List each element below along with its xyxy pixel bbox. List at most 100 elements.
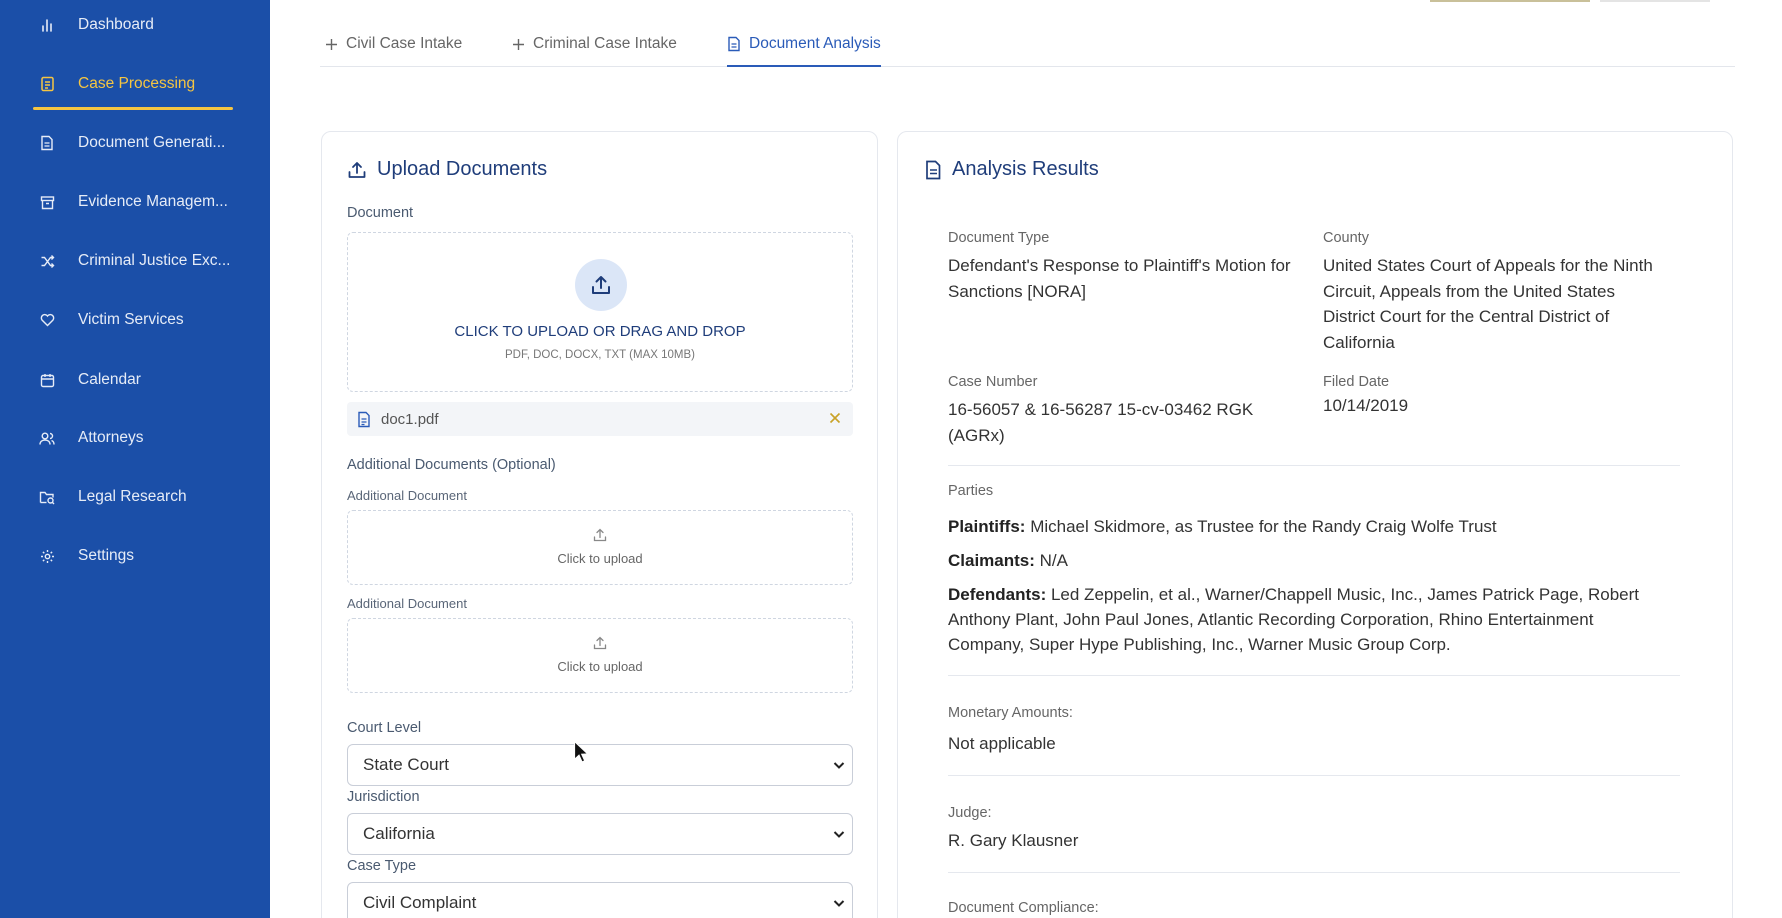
- upload-icon: [348, 635, 852, 651]
- sidebar-item-label: Evidence Managem...: [78, 193, 228, 210]
- additional-documents-label: Additional Documents (Optional): [347, 457, 556, 473]
- mouse-cursor-icon: [573, 740, 590, 769]
- claimants-value: N/A: [1039, 551, 1068, 570]
- sidebar-item-label: Case Processing: [78, 75, 196, 92]
- county-label: County: [1323, 230, 1369, 246]
- case-type-select[interactable]: Civil Complaint: [347, 882, 853, 918]
- sidebar: Dashboard Case Processing Document Gener…: [0, 0, 270, 918]
- file-name: doc1.pdf: [381, 410, 439, 428]
- sidebar-item-dashboard[interactable]: Dashboard: [33, 3, 233, 47]
- active-indicator: [33, 107, 233, 110]
- dropzone-text: Click to upload: [557, 659, 643, 674]
- jurisdiction-label: Jurisdiction: [347, 789, 420, 805]
- case-type-label: Case Type: [347, 858, 417, 874]
- chevron-down-icon: [832, 827, 846, 841]
- heart-icon: [38, 311, 56, 329]
- sidebar-item-label: Attorneys: [78, 429, 144, 446]
- plaintiffs-entry: Plaintiffs: Michael Skidmore, as Trustee…: [948, 514, 1648, 539]
- plus-icon: [325, 38, 338, 51]
- calendar-icon: [38, 371, 56, 389]
- shuffle-icon: [38, 252, 56, 270]
- plaintiffs-label: Plaintiffs:: [948, 517, 1026, 536]
- document-icon: [727, 36, 741, 52]
- sidebar-item-label: Criminal Justice Exc...: [78, 252, 231, 269]
- dropzone-text: Click to upload: [557, 551, 643, 566]
- active-tab-indicator: [727, 65, 881, 67]
- tab-bar: Civil Case Intake Criminal Case Intake D…: [320, 22, 1735, 67]
- upload-icon: [347, 160, 367, 180]
- document-icon: [38, 134, 56, 152]
- sidebar-item-label: Dashboard: [78, 16, 154, 33]
- jurisdiction-select[interactable]: California: [347, 813, 853, 855]
- upload-icon: [575, 259, 627, 311]
- sidebar-item-victim-services[interactable]: Victim Services: [33, 298, 233, 342]
- file-icon: [357, 411, 371, 428]
- court-level-select[interactable]: State Court: [347, 744, 853, 786]
- monetary-amounts-value: Not applicable: [948, 734, 1056, 753]
- document-type-value: Defendant's Response to Plaintiff's Moti…: [948, 256, 1291, 301]
- additional-document-dropzone[interactable]: Click to upload: [347, 618, 853, 693]
- clipboard-icon: [38, 75, 56, 93]
- chevron-down-icon: [832, 758, 846, 772]
- sidebar-item-legal-research[interactable]: Legal Research: [33, 475, 233, 519]
- document-label: Document: [347, 205, 414, 221]
- claimants-label: Claimants:: [948, 551, 1035, 570]
- select-value: Civil Complaint: [363, 893, 477, 912]
- additional-document-dropzone[interactable]: Click to upload: [347, 510, 853, 585]
- tab-civil-case-intake[interactable]: Civil Case Intake: [325, 22, 462, 66]
- section-divider: [948, 775, 1680, 776]
- section-divider: [948, 872, 1680, 873]
- defendants-value: Led Zeppelin, et al., Warner/Chappell Mu…: [948, 585, 1639, 654]
- upload-documents-title: Upload Documents: [347, 158, 547, 181]
- gear-icon: [38, 547, 56, 565]
- sidebar-item-case-processing[interactable]: Case Processing: [33, 62, 233, 110]
- tab-label: Civil Case Intake: [346, 35, 463, 52]
- defendants-entry: Defendants: Led Zeppelin, et al., Warner…: [948, 582, 1648, 657]
- remove-file-icon[interactable]: [827, 410, 843, 426]
- plaintiffs-value: Michael Skidmore, as Trustee for the Ran…: [1030, 517, 1497, 536]
- tab-criminal-case-intake[interactable]: Criminal Case Intake: [512, 22, 677, 66]
- parties-label: Parties: [948, 483, 994, 499]
- sidebar-item-label: Calendar: [78, 371, 141, 388]
- tab-label: Criminal Case Intake: [533, 35, 677, 52]
- card-title-text: Upload Documents: [377, 158, 548, 180]
- upload-icon: [348, 527, 852, 543]
- folder-search-icon: [38, 488, 56, 506]
- select-value: State Court: [363, 755, 449, 774]
- sidebar-item-label: Settings: [78, 547, 135, 564]
- dropzone-file-types: PDF, DOC, DOCX, TXT (MAX 10MB): [505, 349, 695, 361]
- case-number-label: Case Number: [948, 374, 1038, 390]
- sidebar-item-label: Victim Services: [78, 311, 184, 328]
- judge-label: Judge:: [948, 805, 992, 821]
- dropzone-title: CLICK TO UPLOAD OR DRAG AND DROP: [454, 323, 746, 340]
- users-icon: [38, 429, 56, 447]
- sidebar-item-settings[interactable]: Settings: [33, 534, 233, 578]
- sidebar-item-calendar[interactable]: Calendar: [33, 358, 233, 402]
- sidebar-item-criminal-justice-exchange[interactable]: Criminal Justice Exc...: [33, 239, 233, 283]
- tab-document-analysis[interactable]: Document Analysis: [727, 22, 881, 67]
- document-icon: [924, 160, 942, 180]
- defendants-label: Defendants:: [948, 585, 1047, 604]
- section-divider: [948, 675, 1680, 676]
- sidebar-item-label: Legal Research: [78, 488, 187, 505]
- chevron-down-icon: [832, 896, 846, 910]
- top-action-button[interactable]: [1430, 0, 1590, 2]
- sidebar-item-label: Document Generati...: [78, 134, 226, 151]
- card-title-text: Analysis Results: [952, 158, 1099, 180]
- sidebar-item-attorneys[interactable]: Attorneys: [33, 416, 233, 460]
- additional-document-label: Additional Document: [347, 488, 467, 503]
- case-number-value: 16-56057 & 16-56287 15-cv-03462 RGK (AGR…: [948, 400, 1254, 445]
- top-secondary-button[interactable]: [1600, 0, 1710, 2]
- tab-label: Document Analysis: [749, 35, 881, 52]
- monetary-amounts-label: Monetary Amounts:: [948, 705, 1073, 721]
- document-compliance-label: Document Compliance:: [948, 900, 1099, 916]
- judge-value: R. Gary Klausner: [948, 831, 1079, 850]
- uploaded-file-row: doc1.pdf: [347, 402, 853, 436]
- archive-box-icon: [38, 193, 56, 211]
- document-dropzone[interactable]: CLICK TO UPLOAD OR DRAG AND DROP PDF, DO…: [347, 232, 853, 392]
- bar-chart-icon: [38, 16, 56, 34]
- sidebar-item-document-generation[interactable]: Document Generati...: [33, 121, 233, 165]
- county-value: United States Court of Appeals for the N…: [1323, 256, 1653, 352]
- select-value: California: [363, 824, 435, 843]
- sidebar-item-evidence-management[interactable]: Evidence Managem...: [33, 180, 233, 224]
